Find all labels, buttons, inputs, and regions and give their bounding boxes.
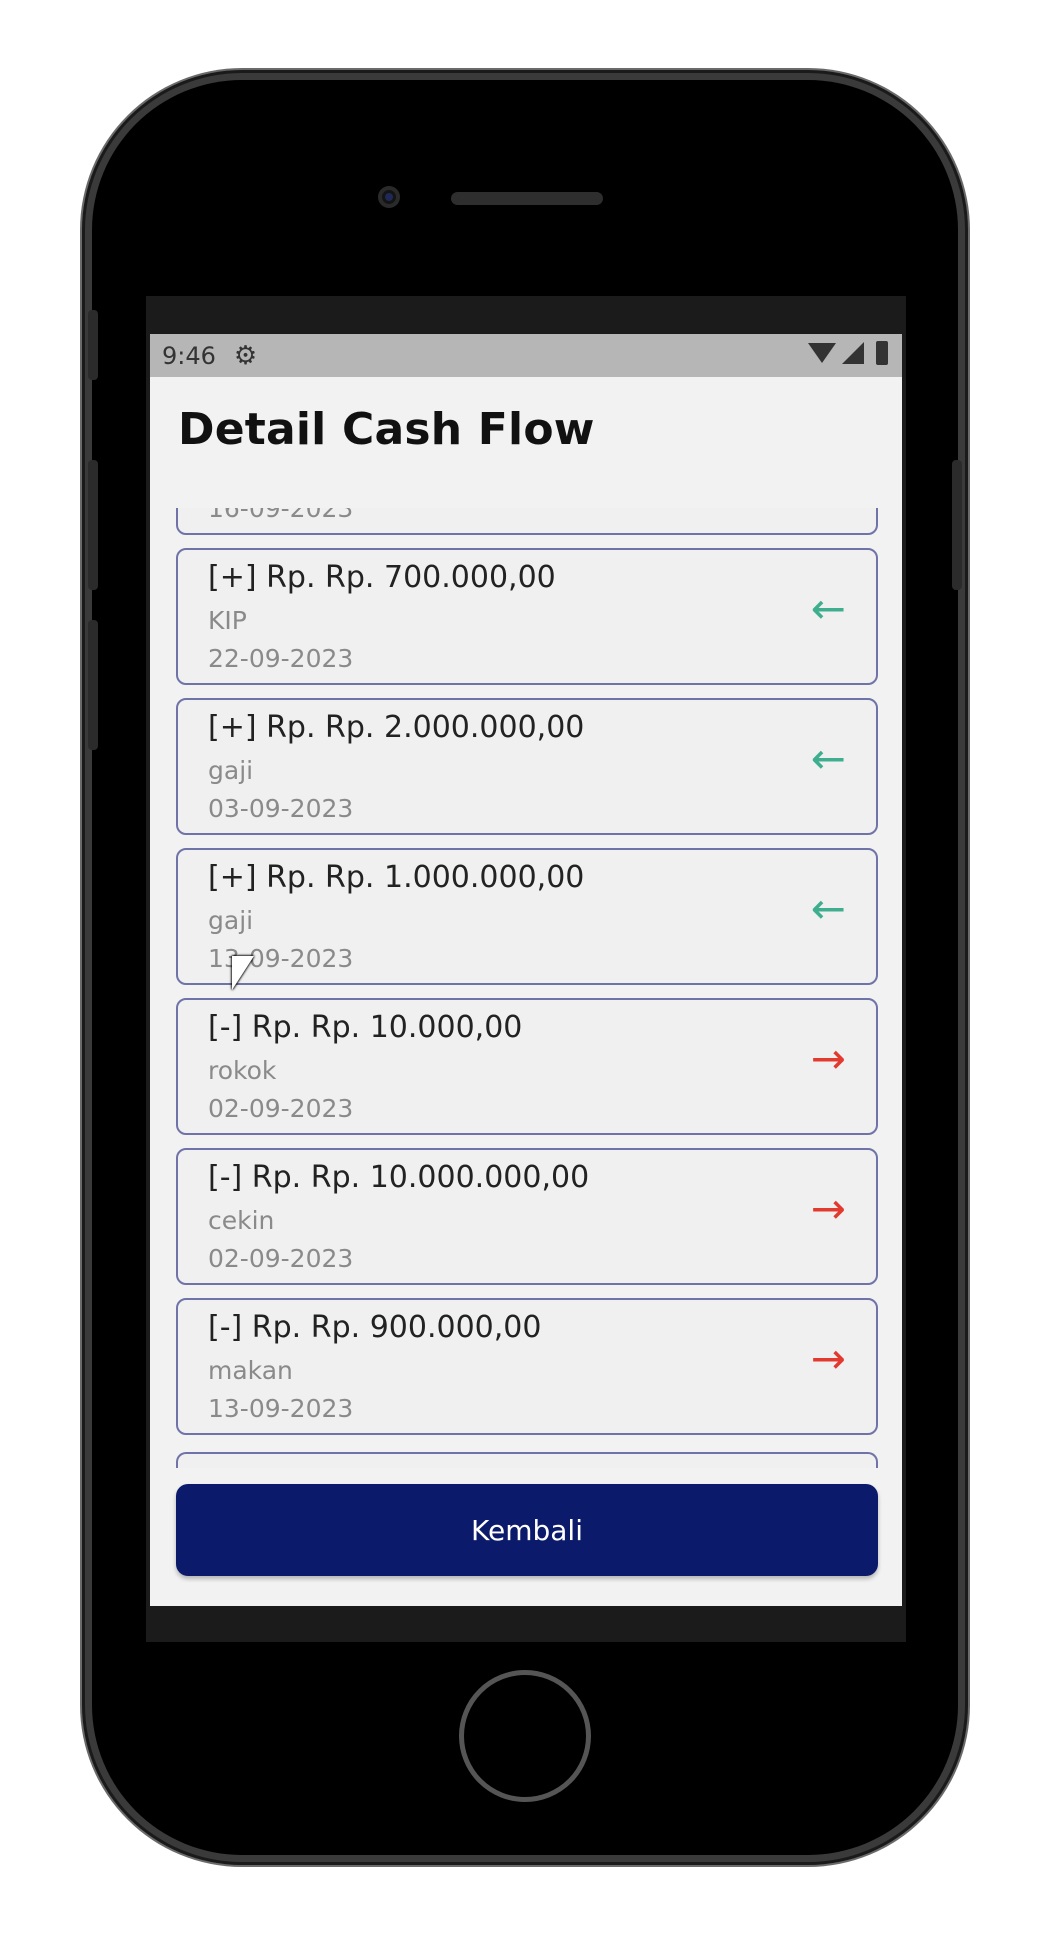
list-item[interactable]: [-] Rp. Rp. 10.000.000,00 cekin 02-09-2023… <box>176 1148 878 1285</box>
mute-switch <box>88 310 98 380</box>
transaction-amount: [-] Rp. Rp. 10.000,00 <box>208 1010 523 1045</box>
mouse-cursor <box>232 956 254 990</box>
arrow-left-icon: ← <box>810 884 846 933</box>
earpiece <box>451 192 603 205</box>
arrow-left-icon: ← <box>810 734 846 783</box>
transaction-description: gaji <box>208 906 254 935</box>
transaction-amount: [+] Rp. Rp. 2.000.000,00 <box>208 710 585 745</box>
status-icons <box>808 341 888 365</box>
battery-icon <box>876 341 888 365</box>
power-button <box>952 460 962 590</box>
arrow-right-icon: → <box>810 1334 846 1383</box>
list-item-partial[interactable]: 16-09-2023 <box>176 508 878 535</box>
transaction-list[interactable]: 16-09-2023 [+] Rp. Rp. 700.000,00 KIP 22-0… <box>176 508 882 1468</box>
volume-down-button <box>88 620 98 750</box>
list-item[interactable]: [+] Rp. Rp. 700.000,00 KIP 22-09-2023 ← <box>176 548 878 685</box>
transaction-description: rokok <box>208 1056 277 1085</box>
transaction-date: 13-09-2023 <box>208 944 354 973</box>
transaction-date: 03-09-2023 <box>208 794 354 823</box>
gear-icon: ⚙ <box>233 340 258 371</box>
list-item[interactable]: [+] Rp. Rp. 1.000.000,00 gaji 13-09-2023 ← <box>176 848 878 985</box>
transaction-description: KIP <box>208 606 247 635</box>
transaction-date: 02-09-2023 <box>208 1094 354 1123</box>
transaction-description: gaji <box>208 756 254 785</box>
transaction-amount: [-] Rp. Rp. 900.000,00 <box>208 1310 542 1345</box>
transaction-amount: [+] Rp. Rp. 1.000.000,00 <box>208 860 585 895</box>
volume-up-button <box>88 460 98 590</box>
page-title: Detail Cash Flow <box>178 404 595 455</box>
transaction-description: cekin <box>208 1206 275 1235</box>
transaction-date: 02-09-2023 <box>208 1244 354 1273</box>
arrow-right-icon: → <box>810 1034 846 1083</box>
signal-icon <box>842 342 864 364</box>
transaction-date: 16-09-2023 <box>208 508 354 523</box>
transaction-date: 13-09-2023 <box>208 1394 354 1423</box>
arrow-right-icon: → <box>810 1184 846 1233</box>
list-item[interactable]: [-] Rp. Rp. 900.000,00 makan 13-09-2023 → <box>176 1298 878 1435</box>
transaction-amount: [-] Rp. Rp. 10.000.000,00 <box>208 1160 590 1195</box>
status-time: 9:46 <box>162 341 216 370</box>
list-item[interactable]: [+] Rp. Rp. 2.000.000,00 gaji 03-09-2023 ← <box>176 698 878 835</box>
wifi-icon <box>808 343 836 363</box>
back-button[interactable]: Kembali <box>176 1484 878 1576</box>
transaction-amount: [+] Rp. Rp. 700.000,00 <box>208 560 556 595</box>
list-item-partial-bottom[interactable] <box>176 1452 878 1468</box>
front-camera <box>378 186 400 208</box>
status-bar: 9:46 ⚙ <box>150 334 902 377</box>
arrow-left-icon: ← <box>810 584 846 633</box>
app-screen: 9:46 ⚙ Detail Cash Flow 16-09-2023 [+] R… <box>150 334 902 1606</box>
transaction-description: makan <box>208 1356 293 1385</box>
list-item[interactable]: [-] Rp. Rp. 10.000,00 rokok 02-09-2023 → <box>176 998 878 1135</box>
home-button[interactable] <box>459 1670 591 1802</box>
transaction-date: 22-09-2023 <box>208 644 354 673</box>
